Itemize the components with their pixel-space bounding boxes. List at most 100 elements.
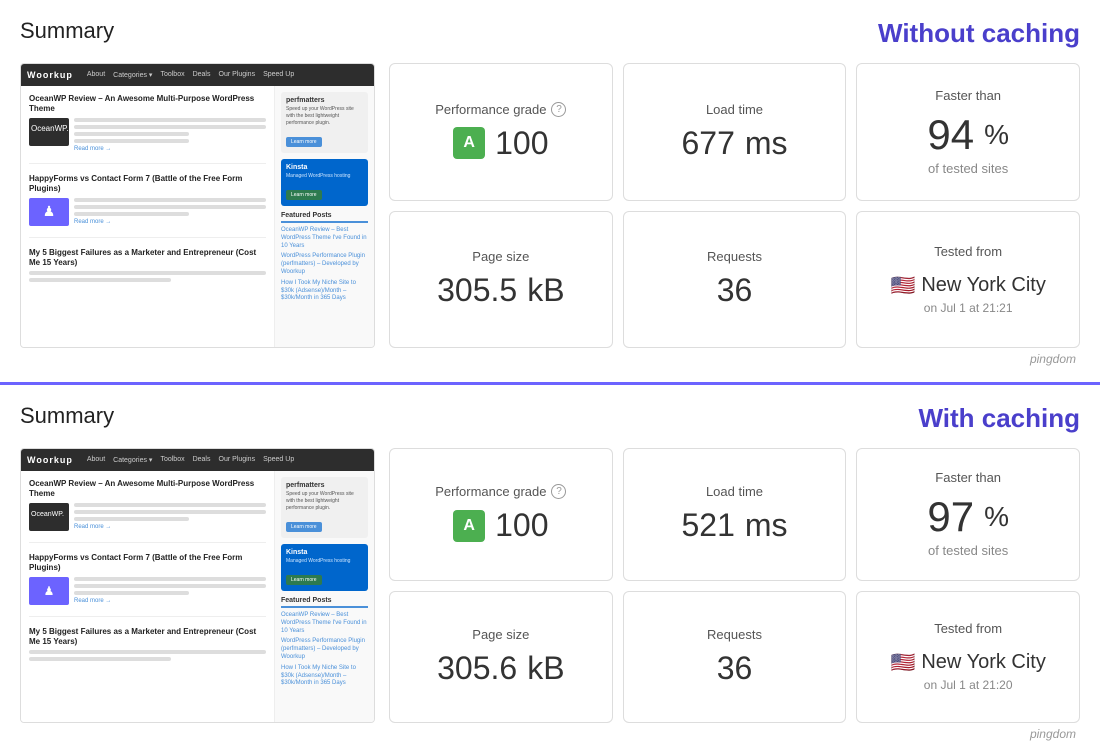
help-icon-perf-top[interactable]: ? <box>551 102 566 117</box>
grade-number-top: 100 <box>495 125 548 162</box>
stat-faster-than-top: Faster than 94 % of tested sites <box>856 63 1080 201</box>
mock-body-top: OceanWP Review – An Awesome Multi-Purpos… <box>21 86 374 347</box>
stat-load-time-top: Load time 677 ms <box>623 63 847 201</box>
requests-number-bottom: 36 <box>717 650 753 687</box>
page-size-unit-top: kB <box>527 272 564 309</box>
stat-label-requests-top: Requests <box>707 249 762 264</box>
stat-value-perf-bottom: A 100 <box>453 507 548 544</box>
faster-sub-top: of tested sites <box>928 161 1008 176</box>
without-caching-label: Without caching <box>878 18 1080 49</box>
stat-page-size-bottom: Page size 305.6 kB <box>389 591 613 724</box>
stat-label-tested-bottom: Tested from <box>934 621 1002 636</box>
stat-label-faster-top: Faster than <box>935 88 1001 103</box>
tested-from-value-bottom: 🇺🇸 New York City <box>890 650 1045 675</box>
mock-ad-kinsta-b: Kinsta Managed WordPress hosting Learn m… <box>281 544 368 591</box>
faster-percent-bottom: 97 <box>927 493 974 541</box>
grade-badge-bottom: A <box>453 510 485 542</box>
stat-label-perf-bottom: Performance grade ? <box>435 484 566 499</box>
mock-post-1: OceanWP Review – An Awesome Multi-Purpos… <box>29 94 266 164</box>
screenshot-panel-top: Woorkup About Categories ▾ Toolbox Deals… <box>20 63 375 348</box>
load-time-number-top: 677 <box>681 125 734 162</box>
mock-post-b3: My 5 Biggest Failures as a Marketer and … <box>29 627 266 673</box>
mock-ad-perfmatters-b: perfmatters Speed up your WordPress site… <box>281 477 368 538</box>
mock-body-bottom: OceanWP Review – An Awesome Multi-Purpos… <box>21 471 374 722</box>
mock-brand: Woorkup <box>27 70 73 80</box>
mock-sidebar-bottom: perfmatters Speed up your WordPress site… <box>274 471 374 722</box>
stat-requests-top: Requests 36 <box>623 211 847 349</box>
tested-from-date-top: on Jul 1 at 21:21 <box>924 301 1013 315</box>
stat-label-tested-top: Tested from <box>934 244 1002 259</box>
requests-number-top: 36 <box>717 272 753 309</box>
stat-performance-grade-top: Performance grade ? A 100 <box>389 63 613 201</box>
mock-nav: About Categories ▾ Toolbox Deals Our Plu… <box>87 71 294 79</box>
stat-value-load-bottom: 521 ms <box>681 507 787 544</box>
summary-label-top: Summary <box>20 18 114 44</box>
section-without-caching: Summary Without caching Woorkup About Ca… <box>0 0 1100 385</box>
mock-post-2: HappyForms vs Contact Form 7 (Battle of … <box>29 174 266 238</box>
mock-navbar-top: Woorkup About Categories ▾ Toolbox Deals… <box>21 64 374 86</box>
stat-tested-from-bottom: Tested from 🇺🇸 New York City on Jul 1 at… <box>856 591 1080 724</box>
mock-post-b1: OceanWP Review – An Awesome Multi-Purpos… <box>29 479 266 543</box>
mock-thumb-b1: OceanWP. <box>29 503 69 531</box>
mock-thumb-2: ♟ <box>29 198 69 226</box>
stat-label-page-top: Page size <box>472 249 529 264</box>
help-icon-perf-bottom[interactable]: ? <box>551 484 566 499</box>
stat-faster-than-bottom: Faster than 97 % of tested sites <box>856 448 1080 581</box>
flag-emoji-bottom: 🇺🇸 <box>890 650 915 675</box>
summary-label-bottom: Summary <box>20 403 114 429</box>
stat-value-load-top: 677 ms <box>681 125 787 162</box>
stat-value-requests-top: 36 <box>717 272 753 309</box>
stats-grid-bottom: Performance grade ? A 100 Load time 521 … <box>389 448 1080 723</box>
stat-label-load-bottom: Load time <box>706 484 763 499</box>
mock-ad-kinsta: Kinsta Managed WordPress hosting Learn m… <box>281 159 368 206</box>
stat-value-perf-top: A 100 <box>453 125 548 162</box>
with-caching-label: With caching <box>918 403 1080 434</box>
pingdom-label-top: pingdom <box>20 352 1080 366</box>
flag-emoji-top: 🇺🇸 <box>890 273 915 298</box>
section-header-bottom: Summary With caching <box>20 403 1080 434</box>
mock-post-b2: HappyForms vs Contact Form 7 (Battle of … <box>29 553 266 617</box>
stat-value-page-top: 305.5 kB <box>437 272 564 309</box>
mock-sidebar-top: perfmatters Speed up your WordPress site… <box>274 86 374 347</box>
pingdom-label-bottom: pingdom <box>20 727 1080 741</box>
stats-grid-top: Performance grade ? A 100 Load time 677 … <box>389 63 1080 348</box>
faster-sub-bottom: of tested sites <box>928 543 1008 558</box>
page-size-unit-bottom: kB <box>527 650 564 687</box>
tested-from-city-top: New York City <box>921 274 1046 297</box>
stat-label-load-top: Load time <box>706 102 763 117</box>
page-size-number-top: 305.5 <box>437 272 517 309</box>
load-time-unit-bottom: ms <box>745 507 788 544</box>
grade-badge-top: A <box>453 127 485 159</box>
mock-navbar-bottom: Woorkup About Categories ▾ Toolbox Deals… <box>21 449 374 471</box>
section-header-top: Summary Without caching <box>20 18 1080 49</box>
stat-label-perf-top: Performance grade ? <box>435 102 566 117</box>
website-mockup-top: Woorkup About Categories ▾ Toolbox Deals… <box>21 64 374 347</box>
stat-page-size-top: Page size 305.5 kB <box>389 211 613 349</box>
mock-thumb-b2: ♟ <box>29 577 69 605</box>
faster-percent-sign-top: % <box>984 119 1009 151</box>
faster-percent-sign-bottom: % <box>984 501 1009 533</box>
page-size-number-bottom: 305.6 <box>437 650 517 687</box>
grade-number-bottom: 100 <box>495 507 548 544</box>
mock-brand-bottom: Woorkup <box>27 455 73 465</box>
section-with-caching: Summary With caching Woorkup About Categ… <box>0 385 1100 753</box>
stat-label-page-bottom: Page size <box>472 627 529 642</box>
content-area-top: Woorkup About Categories ▾ Toolbox Deals… <box>20 63 1080 348</box>
stat-label-faster-bottom: Faster than <box>935 470 1001 485</box>
mock-featured: Featured Posts OceanWP Review – Best Wor… <box>281 212 368 303</box>
mock-main-bottom: OceanWP Review – An Awesome Multi-Purpos… <box>21 471 274 722</box>
stat-value-requests-bottom: 36 <box>717 650 753 687</box>
faster-percent-top: 94 <box>927 111 974 159</box>
load-time-number-bottom: 521 <box>681 507 734 544</box>
stat-tested-from-top: Tested from 🇺🇸 New York City on Jul 1 at… <box>856 211 1080 349</box>
mock-featured-b: Featured Posts OceanWP Review – Best Wor… <box>281 597 368 688</box>
website-mockup-bottom: Woorkup About Categories ▾ Toolbox Deals… <box>21 449 374 722</box>
screenshot-panel-bottom: Woorkup About Categories ▾ Toolbox Deals… <box>20 448 375 723</box>
mock-thumb-1: OceanWP. <box>29 118 69 146</box>
mock-main-top: OceanWP Review – An Awesome Multi-Purpos… <box>21 86 274 347</box>
stat-value-faster-bottom: 97 % <box>927 493 1009 541</box>
tested-from-value-top: 🇺🇸 New York City <box>890 273 1045 298</box>
mock-post-3: My 5 Biggest Failures as a Marketer and … <box>29 248 266 294</box>
tested-from-city-bottom: New York City <box>921 651 1046 674</box>
load-time-unit-top: ms <box>745 125 788 162</box>
